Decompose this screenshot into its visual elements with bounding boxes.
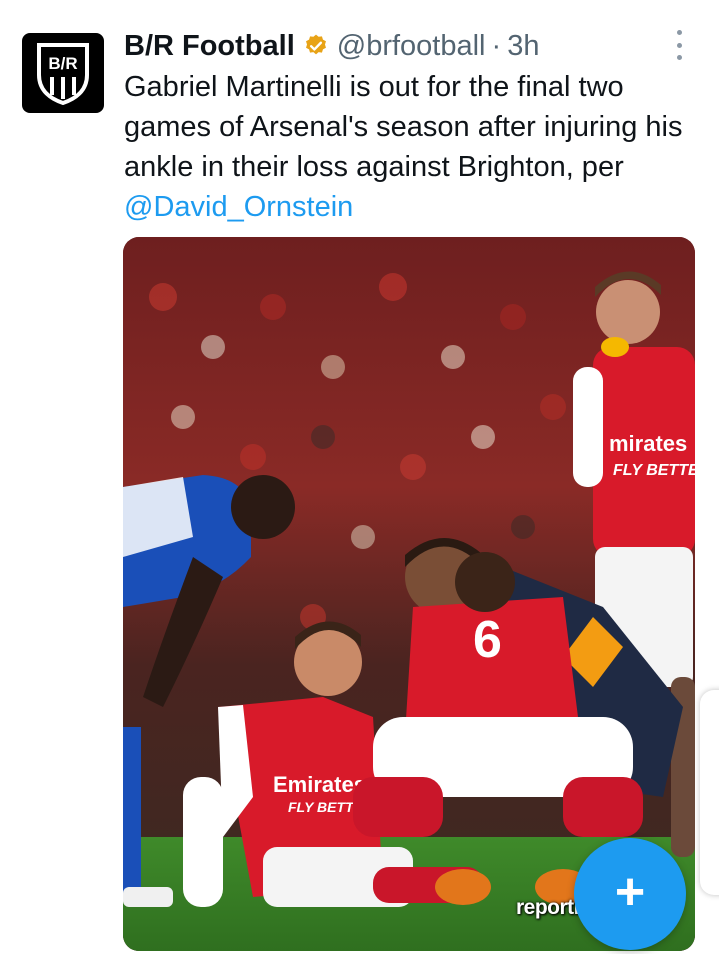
author-name[interactable]: B/R Football bbox=[124, 30, 295, 63]
svg-text:FLY BETTER: FLY BETTER bbox=[613, 462, 695, 479]
shirt-number: 6 bbox=[473, 611, 502, 669]
tweet-card[interactable]: B/R B/R Football @brfootball · 3h Gabrie… bbox=[0, 0, 719, 954]
side-panel-edge bbox=[700, 690, 719, 895]
plus-icon: + bbox=[614, 863, 646, 921]
svg-text:mirates: mirates bbox=[609, 431, 687, 456]
avatar[interactable]: B/R bbox=[22, 33, 104, 113]
more-options-icon[interactable] bbox=[668, 30, 690, 60]
br-logo-icon: B/R bbox=[37, 43, 89, 105]
author-handle[interactable]: @brfootball bbox=[337, 30, 486, 63]
tweet-text: Gabriel Martinelli is out for the final … bbox=[124, 67, 699, 227]
tweet-timestamp[interactable]: 3h bbox=[507, 30, 539, 63]
verified-badge-icon bbox=[303, 33, 329, 59]
compose-button[interactable]: + bbox=[574, 838, 686, 950]
tweet-body: Gabriel Martinelli is out for the final … bbox=[124, 71, 683, 183]
avatar-logo-text: B/R bbox=[48, 54, 77, 73]
sponsor-text: Emirates bbox=[273, 772, 366, 797]
tweet-header: B/R Football @brfootball · 3h bbox=[124, 26, 539, 66]
mention-link[interactable]: @David_Ornstein bbox=[124, 191, 353, 223]
separator-dot: · bbox=[491, 29, 502, 62]
